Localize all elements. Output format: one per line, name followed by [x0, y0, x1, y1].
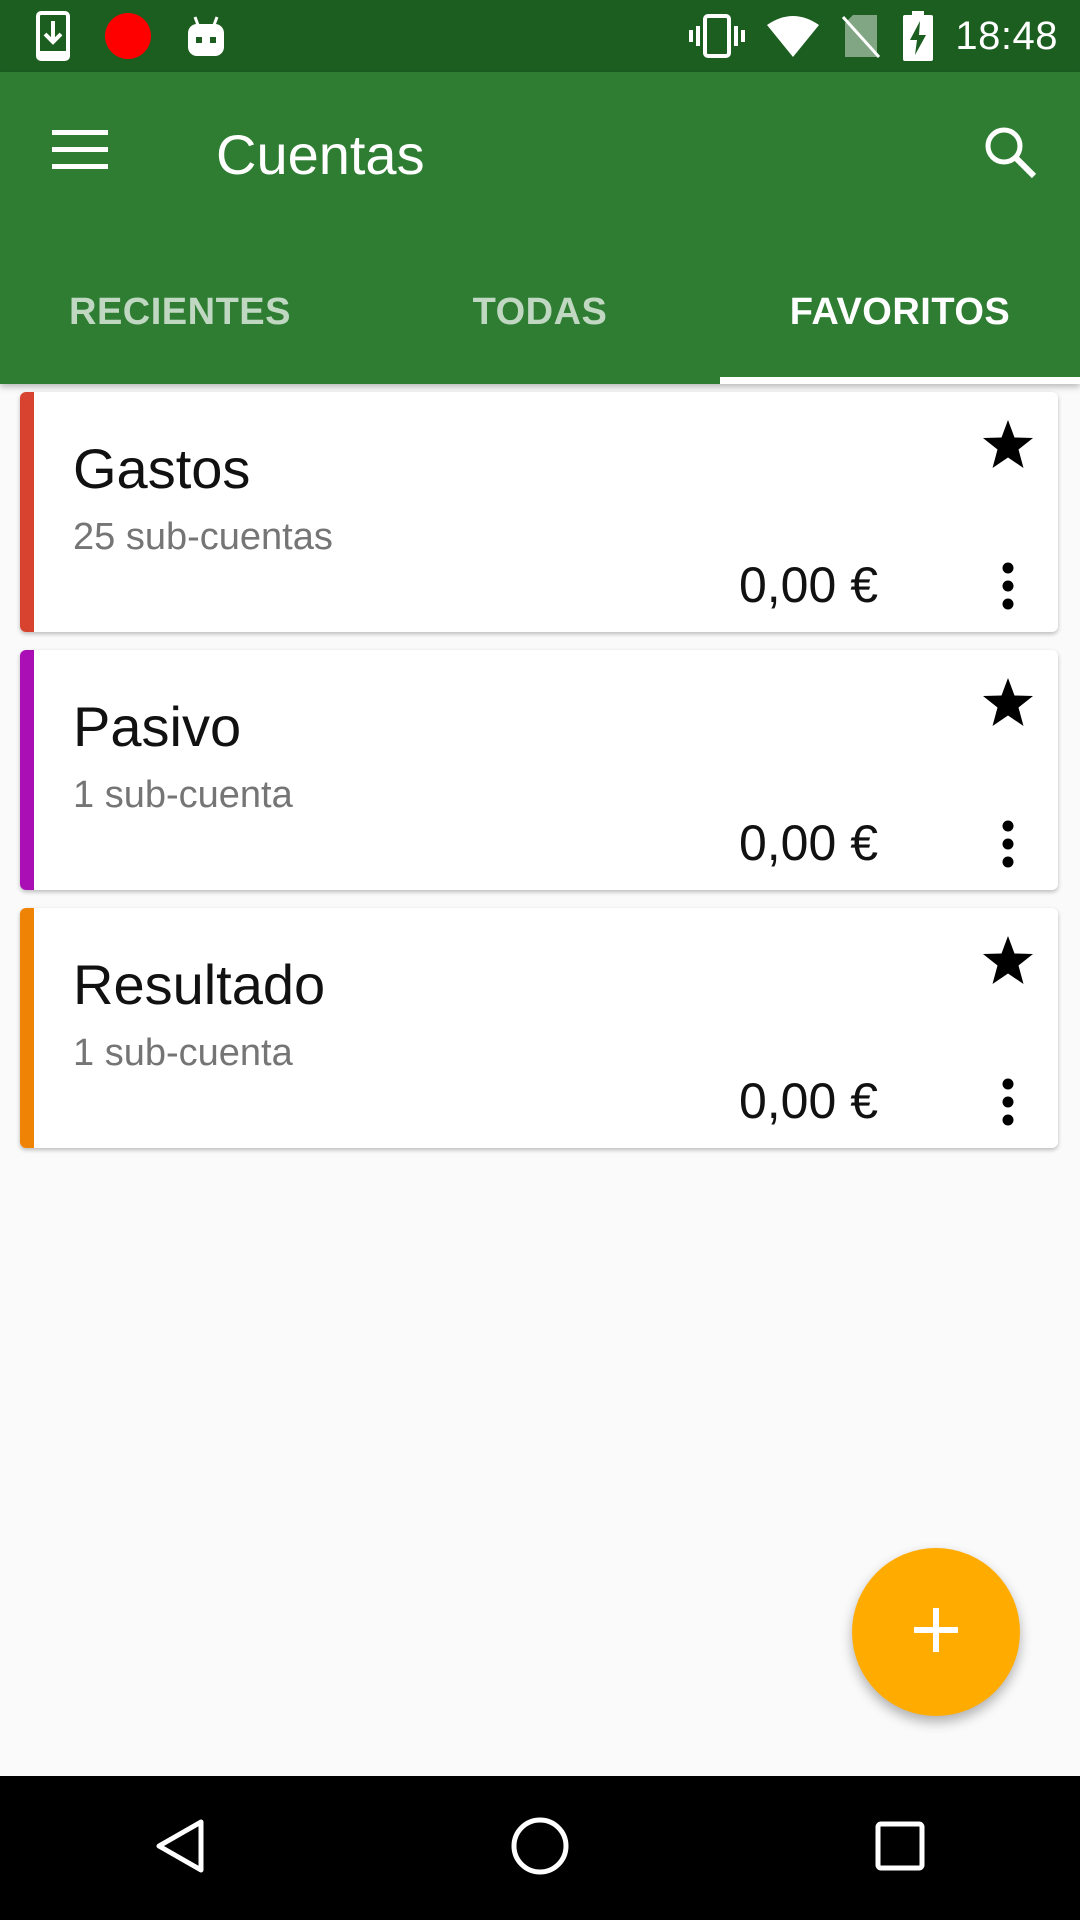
account-color-stripe [20, 908, 34, 1148]
account-color-stripe [20, 650, 34, 890]
back-button[interactable] [120, 1788, 240, 1908]
home-button[interactable] [480, 1788, 600, 1908]
search-button[interactable] [974, 118, 1046, 190]
account-card-resultado[interactable]: Resultado 1 sub-cuenta 0,00 € [20, 908, 1058, 1148]
back-icon [154, 1818, 206, 1879]
account-name: Gastos [73, 437, 251, 500]
more-vert-icon [1002, 1078, 1014, 1131]
recents-icon [875, 1821, 925, 1876]
page-title: Cuentas [216, 123, 425, 186]
no-sim-icon [841, 13, 881, 59]
tab-todas[interactable]: TODAS [360, 240, 720, 384]
vibrate-icon [689, 14, 746, 58]
account-balance: 0,00 € [738, 1073, 878, 1129]
tab-recientes[interactable]: RECIENTES [0, 240, 360, 384]
subaccount-count: 1 sub-cuenta [73, 774, 293, 816]
android-icon [186, 15, 226, 57]
recents-button[interactable] [840, 1788, 960, 1908]
more-options-button[interactable] [972, 810, 1044, 882]
star-icon [982, 419, 1034, 474]
favorite-button[interactable] [972, 668, 1044, 740]
battery-charging-icon [903, 11, 934, 61]
menu-icon [52, 129, 108, 175]
download-icon [36, 11, 70, 61]
more-options-button[interactable] [972, 552, 1044, 624]
account-list: Gastos 25 sub-cuentas 0,00 € Pasivo 1 su… [20, 392, 1058, 1166]
account-name: Pasivo [73, 695, 242, 758]
tab-bar: RECIENTES TODAS FAVORITOS [0, 240, 1080, 384]
status-bar: 18:48 [0, 0, 1080, 72]
tab-favoritos[interactable]: FAVORITOS [720, 240, 1080, 384]
add-account-button[interactable] [852, 1548, 1020, 1716]
favorite-button[interactable] [972, 410, 1044, 482]
search-icon [982, 124, 1038, 185]
menu-button[interactable] [44, 116, 116, 188]
account-card-pasivo[interactable]: Pasivo 1 sub-cuenta 0,00 € [20, 650, 1058, 890]
star-icon [982, 677, 1034, 732]
record-dot-icon [104, 12, 152, 60]
app-bar: Cuentas RECIENTES TODAS FAVORITOS [0, 72, 1080, 384]
account-name: Resultado [73, 953, 326, 1016]
more-vert-icon [1002, 562, 1014, 615]
wifi-icon [767, 15, 820, 57]
account-balance: 0,00 € [738, 815, 878, 871]
account-balance: 0,00 € [738, 557, 878, 613]
subaccount-count: 1 sub-cuenta [73, 1032, 293, 1074]
more-vert-icon [1002, 820, 1014, 873]
home-icon [510, 1816, 570, 1881]
favorite-button[interactable] [972, 926, 1044, 998]
star-icon [982, 935, 1034, 990]
account-color-stripe [20, 392, 34, 632]
navigation-bar [0, 1776, 1080, 1920]
plus-icon [914, 1607, 958, 1657]
subaccount-count: 25 sub-cuentas [73, 516, 333, 558]
more-options-button[interactable] [972, 1068, 1044, 1140]
account-card-gastos[interactable]: Gastos 25 sub-cuentas 0,00 € [20, 392, 1058, 632]
clock: 18:48 [955, 13, 1058, 58]
